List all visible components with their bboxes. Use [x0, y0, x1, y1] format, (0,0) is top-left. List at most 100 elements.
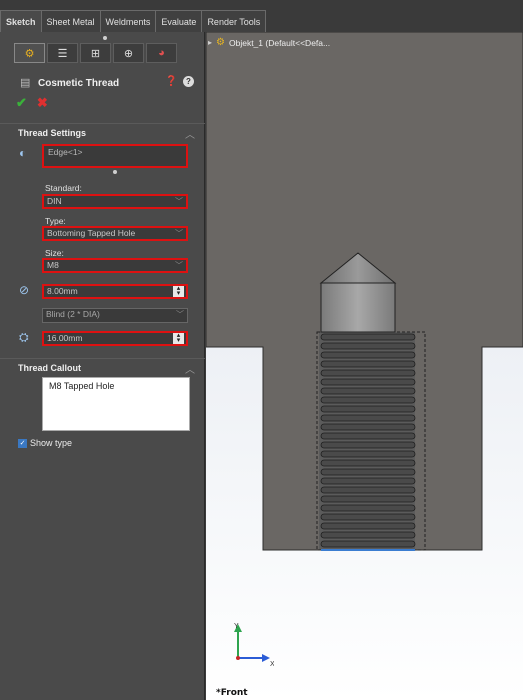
thread-ring — [320, 342, 416, 350]
config-icon: ⊞ — [90, 47, 101, 60]
diameter-value: 8.00mm — [47, 286, 78, 296]
property-manager-tab[interactable]: ☰ — [47, 43, 78, 63]
flyout-tree[interactable]: ▸ ⚙ Objekt_1 (Default<<Defa... — [208, 37, 330, 48]
thread-ring — [320, 477, 416, 485]
display-manager-tab[interactable]: ◕ — [146, 43, 177, 63]
thread-ring — [320, 396, 416, 404]
resize-dot-icon[interactable] — [113, 170, 117, 174]
view-orientation-label: *Front — [216, 688, 248, 698]
thread-ring — [320, 351, 416, 359]
whats-wrong-icon[interactable]: ❓ — [165, 76, 177, 87]
tab-sheet-metal[interactable]: Sheet Metal — [40, 10, 101, 32]
section-title: Thread Settings — [18, 128, 87, 138]
standard-label: Standard: — [45, 183, 82, 193]
thread-ring — [320, 504, 416, 512]
thread-ring — [320, 540, 416, 548]
tab-render-tools[interactable]: Render Tools — [201, 10, 267, 32]
edge-selection-box[interactable]: Edge<1> — [42, 144, 188, 168]
thread-ring — [320, 405, 416, 413]
depth-icon: ⛭ — [19, 330, 29, 344]
property-list-icon: ☰ — [57, 47, 68, 60]
thread-ring — [320, 450, 416, 458]
thread-ring — [320, 333, 416, 341]
type-label: Type: — [45, 216, 66, 226]
chevron-down-icon: ﹀ — [175, 229, 183, 238]
size-value: M8 — [47, 260, 59, 270]
chevron-down-icon: ﹀ — [175, 197, 183, 206]
spin-arrows-icon[interactable]: ▴ ▾ — [173, 286, 184, 297]
thread-callout-header[interactable]: Thread Callout ︿ — [0, 358, 205, 376]
edge-select-icon: ◐ — [19, 146, 27, 160]
size-label: Size: — [45, 248, 64, 258]
thread-ring — [320, 522, 416, 530]
end-condition-value: Blind (2 * DIA) — [46, 309, 100, 319]
appearance-icon: ◕ — [158, 47, 165, 59]
tab-evaluate[interactable]: Evaluate — [155, 10, 203, 32]
feature-tree-icon: ⚙ — [24, 47, 35, 60]
callout-textbox[interactable]: M8 Tapped Hole — [42, 377, 190, 431]
thread-ring — [320, 531, 416, 539]
axis-y-label: Y — [234, 623, 239, 630]
dimxpert-icon: ⊕ — [123, 47, 134, 60]
thread-ring — [320, 486, 416, 494]
thread-ring — [320, 495, 416, 503]
thread-ring — [320, 423, 416, 431]
ok-check-icon[interactable]: ✔ — [16, 95, 27, 111]
depth-input[interactable]: 16.00mm ▴ ▾ — [42, 331, 188, 346]
collapse-chevron-icon[interactable]: ︿ — [185, 361, 195, 376]
configuration-manager-tab[interactable]: ⊞ — [80, 43, 111, 63]
chevron-down-icon: ﹀ — [175, 261, 183, 270]
manager-tabs: ⚙ ☰ ⊞ ⊕ ◕ — [0, 43, 204, 63]
depth-value: 16.00mm — [47, 333, 83, 343]
page-title: Cosmetic Thread — [38, 78, 120, 89]
coordinate-triad: Y X — [234, 623, 274, 668]
property-manager-panel: ⚙ ☰ ⊞ ⊕ ◕ ▤ Cosmetic Thread ❓ ? ✔ ✖ Thre… — [0, 32, 205, 700]
help-icon[interactable]: ? — [183, 76, 194, 87]
type-select[interactable]: Bottoming Tapped Hole ﹀ — [42, 226, 188, 241]
panel-grip[interactable] — [0, 32, 204, 43]
thread-ring — [320, 459, 416, 467]
checkbox-checked-icon[interactable]: ✓ — [18, 438, 27, 448]
diameter-input[interactable]: 8.00mm ▴ ▾ — [42, 284, 188, 299]
dimxpert-tab[interactable]: ⊕ — [113, 43, 144, 63]
chevron-down-icon: ﹀ — [176, 310, 184, 319]
part-icon: ⚙ — [216, 37, 225, 48]
size-select[interactable]: M8 ﹀ — [42, 258, 188, 273]
grip-dot-icon — [103, 36, 107, 40]
tab-weldments[interactable]: Weldments — [99, 10, 157, 32]
part-geometry — [206, 32, 523, 700]
section-title: Thread Callout — [18, 363, 82, 373]
bore-surface — [320, 282, 396, 333]
diameter-icon: ⊘ — [19, 283, 30, 297]
thread-ring — [320, 414, 416, 422]
thread-ring — [320, 432, 416, 440]
show-type-label: Show type — [30, 438, 73, 448]
command-tabs: Sketch Sheet Metal Weldments Evaluate Re… — [0, 10, 267, 32]
thread-ring — [320, 360, 416, 368]
thread-ring — [320, 468, 416, 476]
axis-x-label: X — [270, 661, 274, 668]
graphics-viewport[interactable]: ▸ ⚙ Objekt_1 (Default<<Defa... Y X *Fron… — [206, 32, 523, 700]
expand-arrow-icon[interactable]: ▸ — [208, 38, 212, 47]
type-value: Bottoming Tapped Hole — [47, 228, 136, 238]
collapse-chevron-icon[interactable]: ︿ — [185, 126, 195, 141]
spin-arrows-icon[interactable]: ▴ ▾ — [173, 333, 184, 344]
standard-select[interactable]: DIN ﹀ — [42, 194, 188, 209]
feature-manager-tab[interactable]: ⚙ — [14, 43, 45, 63]
thread-ring — [320, 387, 416, 395]
standard-value: DIN — [47, 196, 62, 206]
show-type-checkbox[interactable]: ✓ Show type — [18, 438, 72, 448]
thread-ring — [320, 378, 416, 386]
property-title-bar: ▤ Cosmetic Thread ❓ ? — [0, 73, 205, 93]
thread-settings-header[interactable]: Thread Settings ︿ — [0, 123, 205, 141]
thread-ring — [320, 513, 416, 521]
cancel-x-icon[interactable]: ✖ — [37, 95, 48, 111]
ok-cancel-group: ✔ ✖ — [16, 95, 48, 111]
thread-ring — [320, 441, 416, 449]
command-manager-tabbar: Sketch Sheet Metal Weldments Evaluate Re… — [0, 0, 523, 32]
end-condition-select[interactable]: Blind (2 * DIA) ﹀ — [42, 308, 188, 323]
thread-ring — [320, 369, 416, 377]
tree-item-label[interactable]: Objekt_1 (Default<<Defa... — [229, 38, 330, 48]
thread-feature-icon: ▤ — [20, 77, 31, 89]
tab-sketch[interactable]: Sketch — [0, 10, 42, 32]
